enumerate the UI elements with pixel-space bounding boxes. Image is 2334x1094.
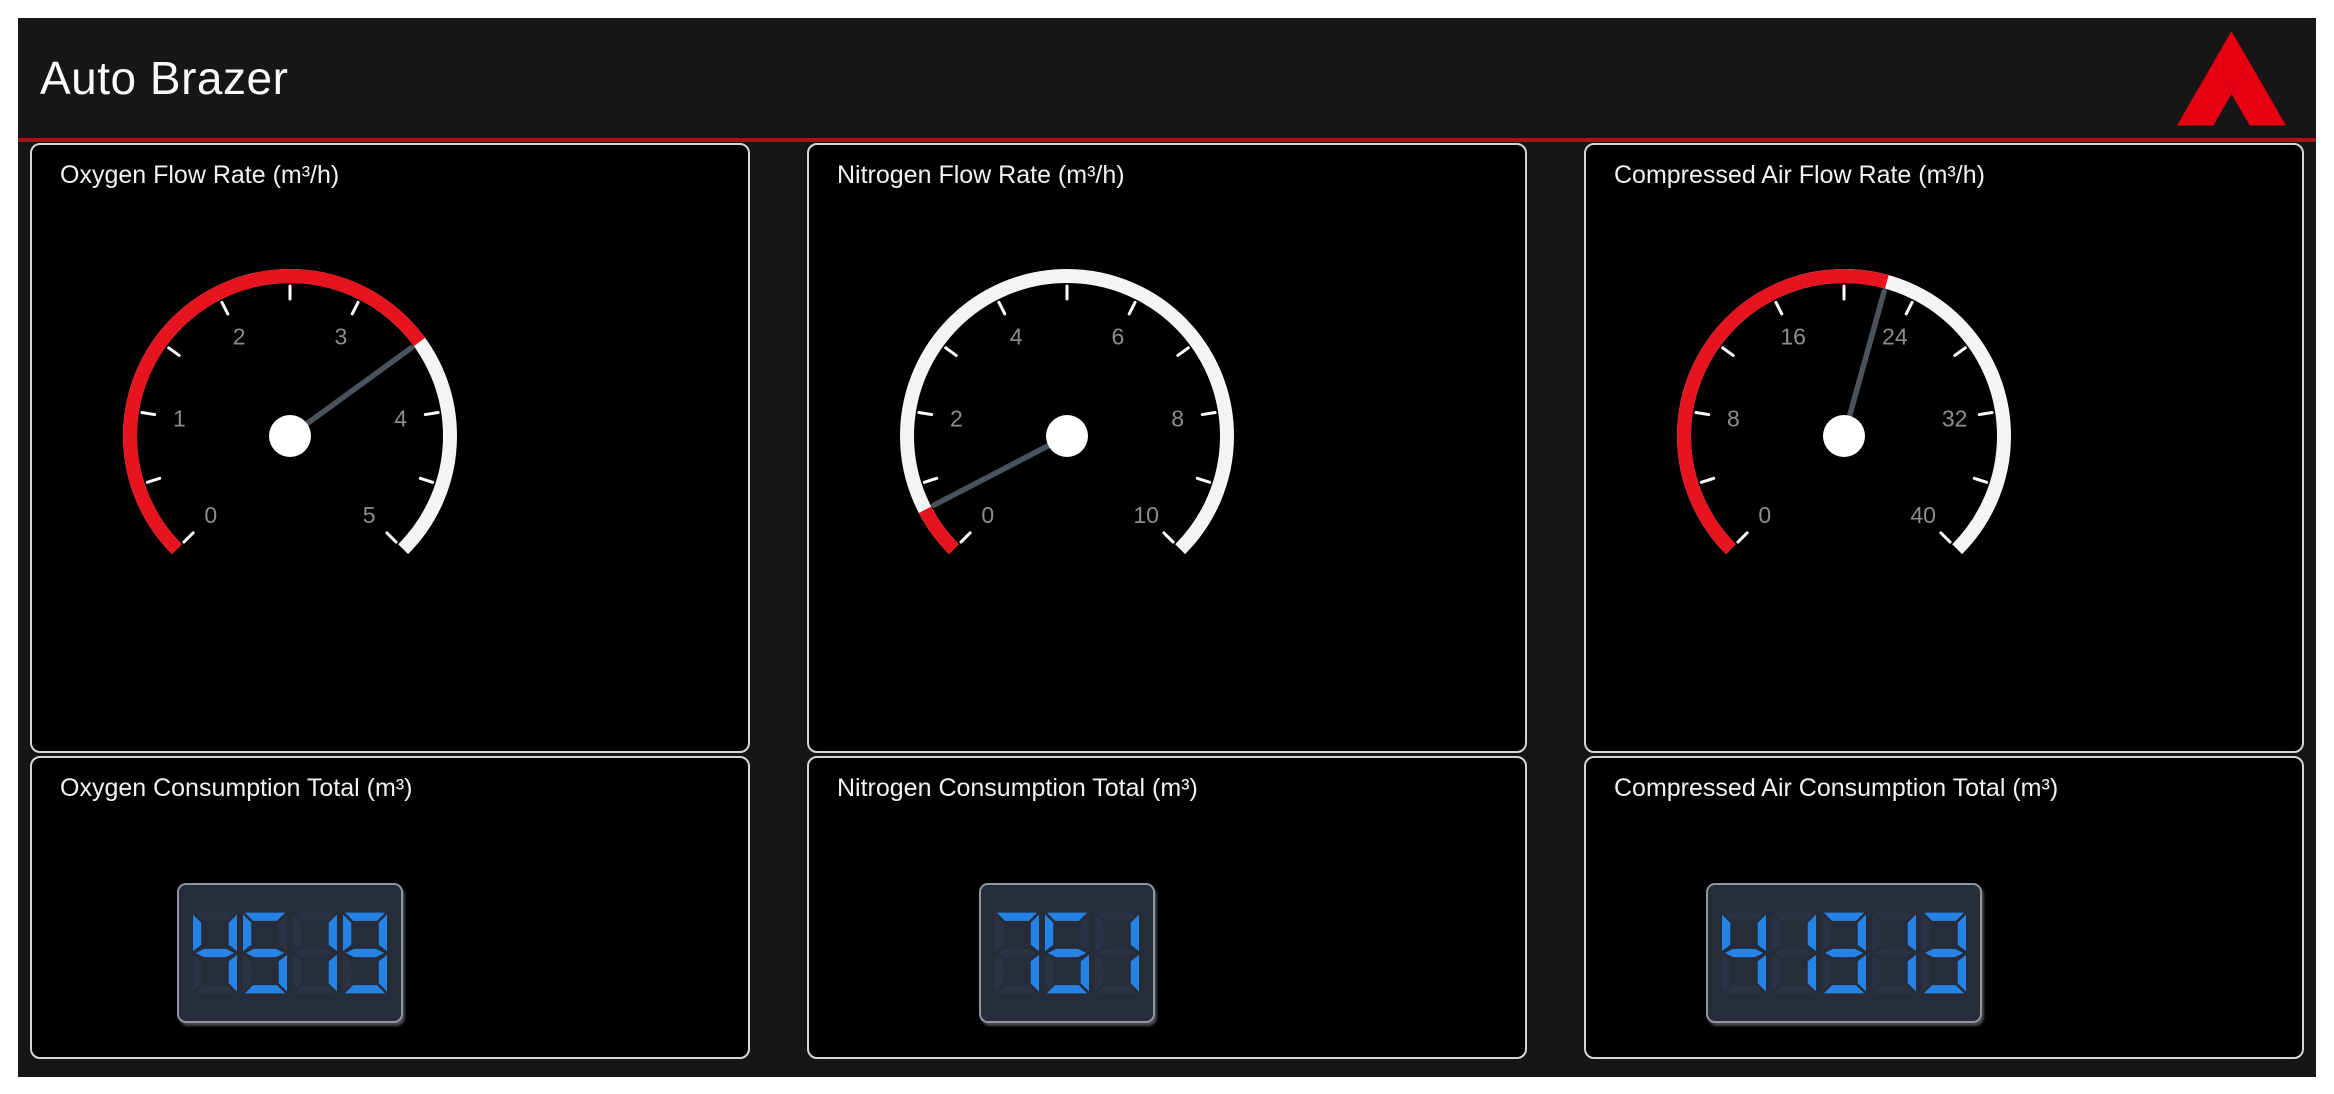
svg-text:16: 16: [1780, 323, 1806, 349]
panel-nitrogen-consumption-total: Nitrogen Consumption Total (m³): [807, 756, 1527, 1059]
svg-text:1: 1: [173, 405, 186, 431]
svg-text:6: 6: [1111, 323, 1124, 349]
svg-text:2: 2: [950, 405, 963, 431]
svg-text:24: 24: [1882, 323, 1908, 349]
seven-segment-digit: [995, 907, 1039, 999]
page-title: Auto Brazer: [40, 51, 288, 105]
panel-title: Nitrogen Consumption Total (m³): [837, 774, 1525, 803]
svg-text:0: 0: [204, 502, 217, 528]
header: Auto Brazer: [18, 18, 2316, 138]
panel-title: Compressed Air Consumption Total (m³): [1614, 774, 2302, 803]
panel-title: Oxygen Flow Rate (m³/h): [60, 161, 748, 190]
svg-text:8: 8: [1727, 405, 1740, 431]
compressed-air-flow-gauge: 0 8 16 24 32 40: [1664, 258, 2024, 592]
svg-text:8: 8: [1171, 405, 1184, 431]
oxygen-total-seven-segment-display: [177, 883, 403, 1023]
seven-segment-digit: [343, 907, 387, 999]
panel-title: Oxygen Consumption Total (m³): [60, 774, 748, 803]
svg-text:0: 0: [981, 502, 994, 528]
seven-segment-digit: [243, 907, 287, 999]
panel-compressed-air-consumption-total: Compressed Air Consumption Total (m³): [1584, 756, 2304, 1059]
seven-segment-digit: [1722, 907, 1766, 999]
dashboard: Auto Brazer Oxygen Flow Rate (m³/h) 0 1 2 3…: [18, 18, 2316, 1077]
svg-text:4: 4: [1010, 323, 1023, 349]
nitrogen-total-seven-segment-display: [979, 883, 1155, 1023]
seven-segment-digit: [1045, 907, 1089, 999]
panel-oxygen-flow-gauge: Oxygen Flow Rate (m³/h) 0 1 2 3 4 5: [30, 143, 750, 753]
panel-title: Compressed Air Flow Rate (m³/h): [1614, 161, 2302, 190]
seven-segment-digit: [293, 907, 337, 999]
page: Auto Brazer Oxygen Flow Rate (m³/h) 0 1 2 3…: [0, 0, 2334, 1094]
svg-text:2: 2: [233, 323, 246, 349]
seven-segment-digit: [1922, 907, 1966, 999]
svg-text:32: 32: [1942, 405, 1968, 431]
seven-segment-digit: [1095, 907, 1139, 999]
svg-text:40: 40: [1910, 502, 1936, 528]
svg-text:0: 0: [1758, 502, 1771, 528]
oxygen-flow-gauge: 0 1 2 3 4 5: [110, 258, 470, 592]
compressed-air-total-seven-segment-display: [1706, 883, 1982, 1023]
panel-grid: Oxygen Flow Rate (m³/h) 0 1 2 3 4 5 Nitrogen …: [18, 142, 2316, 1059]
svg-text:10: 10: [1133, 502, 1159, 528]
mitsubishi-logo-icon: [2177, 31, 2286, 126]
seven-segment-digit: [1772, 907, 1816, 999]
nitrogen-flow-gauge: 0 2 4 6 8 10: [887, 258, 1247, 592]
seven-segment-digit: [1822, 907, 1866, 999]
svg-text:4: 4: [394, 405, 407, 431]
svg-text:3: 3: [334, 323, 347, 349]
panel-compressed-air-flow-gauge: Compressed Air Flow Rate (m³/h) 0 8 16 24 32…: [1584, 143, 2304, 753]
seven-segment-digit: [193, 907, 237, 999]
seven-segment-digit: [1872, 907, 1916, 999]
panel-nitrogen-flow-gauge: Nitrogen Flow Rate (m³/h) 0 2 4 6 8 10: [807, 143, 1527, 753]
panel-title: Nitrogen Flow Rate (m³/h): [837, 161, 1525, 190]
panel-oxygen-consumption-total: Oxygen Consumption Total (m³): [30, 756, 750, 1059]
svg-text:5: 5: [363, 502, 376, 528]
